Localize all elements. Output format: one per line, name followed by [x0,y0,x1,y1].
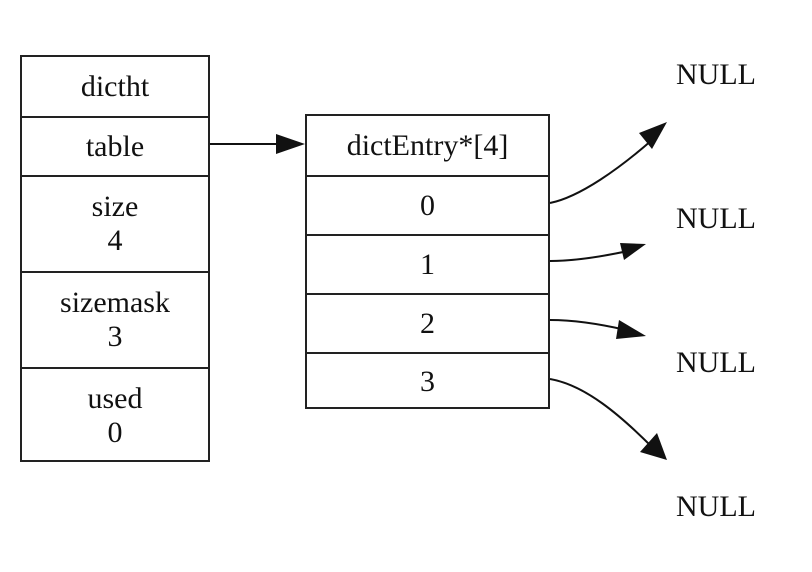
arrowhead-slot-1 [620,243,646,260]
edge-slot-3-to-null [549,378,653,448]
edges-layer [210,122,667,460]
edge-slot-0-to-null [549,139,653,204]
edge-slot-2-to-null [549,319,627,331]
arrowhead-slot-0 [639,122,667,149]
edge-slot-1-to-null [549,250,629,262]
arrowhead-table [276,134,305,154]
arrowhead-slot-2 [616,320,646,339]
arrowhead-slot-3 [640,433,667,460]
